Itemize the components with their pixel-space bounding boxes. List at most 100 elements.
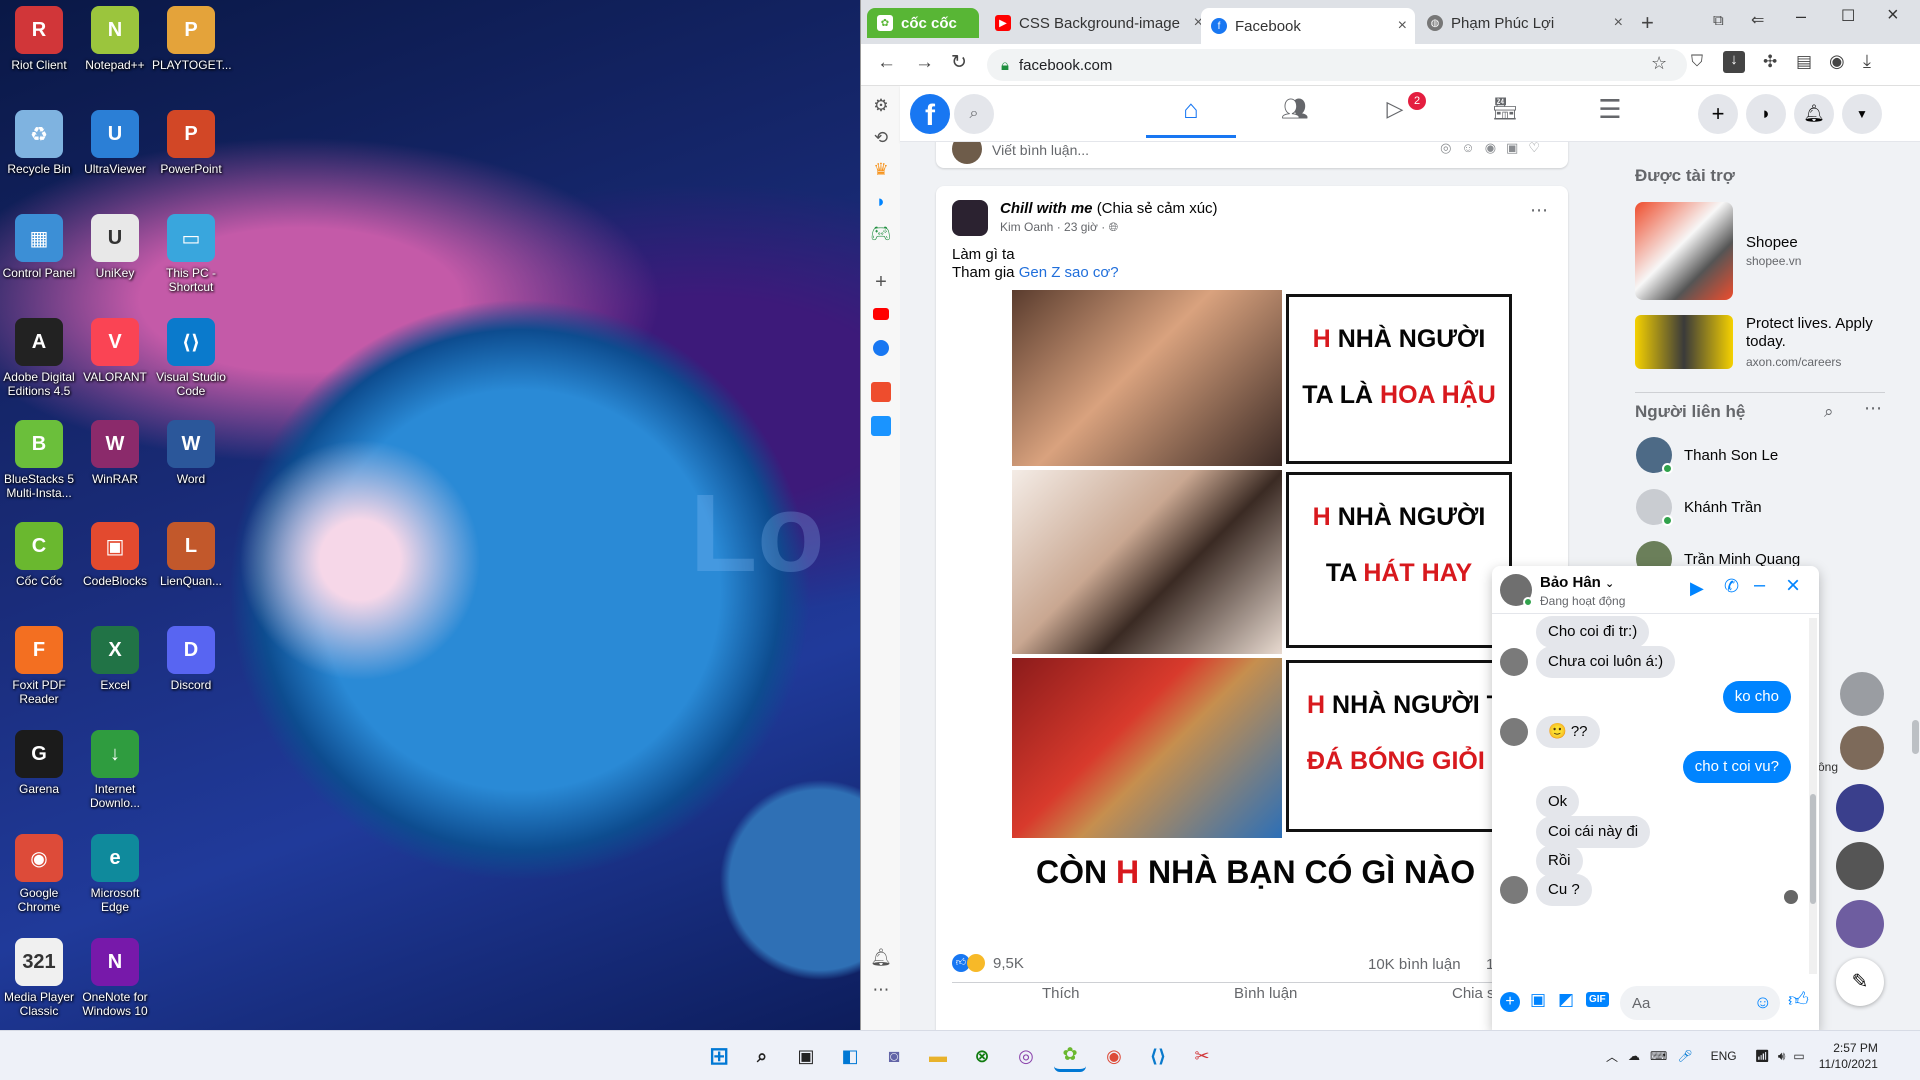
- back-icon[interactable]: ←: [877, 52, 896, 74]
- coccoc-taskbar-icon[interactable]: ✿: [1054, 1040, 1086, 1072]
- reaction-summary[interactable]: 👍︎ 9,5K: [952, 954, 1024, 972]
- comment-count[interactable]: 10K bình luận: [1368, 956, 1461, 973]
- contacts-search-icon[interactable]: ⌕: [1824, 402, 1834, 422]
- desktop-icon[interactable]: ♻ Recycle Bin: [0, 110, 78, 176]
- desktop-icon[interactable]: ◉ Google Chrome: [0, 834, 78, 914]
- facebook-panel-icon[interactable]: [869, 336, 893, 360]
- gamepad-icon[interactable]: 🎮︎: [869, 222, 893, 246]
- photo-icon[interactable]: ▣: [1530, 990, 1546, 1010]
- file-explorer-icon[interactable]: ▬: [922, 1040, 954, 1072]
- task-view-icon[interactable]: ▣: [790, 1040, 822, 1072]
- sticker-icon[interactable]: ◩: [1558, 990, 1574, 1010]
- vscode-taskbar-icon[interactable]: ⟨⟩: [1142, 1040, 1174, 1072]
- chat-head[interactable]: [1840, 726, 1884, 770]
- page-scrollbar[interactable]: [1910, 142, 1920, 1030]
- post-image[interactable]: H NHÀ NGƯỜI TA LÀ HOA HẬU H NHÀ NGƯỜI TA…: [936, 290, 1568, 838]
- nav-watch-icon[interactable]: ▷: [1350, 96, 1440, 122]
- video-call-icon[interactable]: ▶: [1690, 578, 1704, 599]
- bookmark-star-icon[interactable]: ☆: [1651, 53, 1667, 74]
- add-more-icon[interactable]: +: [1500, 992, 1520, 1012]
- desktop-icon[interactable]: e Microsoft Edge: [76, 834, 154, 914]
- chat-scrollbar-thumb[interactable]: [1810, 794, 1816, 904]
- tab-facebook[interactable]: f Facebook ×: [1201, 8, 1415, 44]
- add-panel-icon[interactable]: +: [869, 270, 893, 294]
- chat-contact-name[interactable]: Bảo Hân ⌄: [1540, 574, 1614, 591]
- desktop-icon[interactable]: A Adobe Digital Editions 4.5: [0, 318, 78, 398]
- phone-call-icon[interactable]: ✆: [1724, 576, 1739, 597]
- comment-input[interactable]: Viết bình luận...: [992, 142, 1089, 158]
- minimize-chat-icon[interactable]: –: [1754, 574, 1765, 597]
- messenger-icon[interactable]: ◗: [1746, 94, 1786, 134]
- snipping-tool-icon[interactable]: ✂: [1186, 1040, 1218, 1072]
- comment-button[interactable]: Bình luận: [1234, 985, 1297, 1002]
- desktop-icon[interactable]: L LienQuan...: [152, 522, 230, 588]
- show-hidden-icons-icon[interactable]: ︿: [1606, 1048, 1618, 1065]
- desktop-icon[interactable]: U UltraViewer: [76, 110, 154, 176]
- extensions-icon[interactable]: ✣: [1763, 52, 1777, 72]
- facebook-logo-icon[interactable]: f: [910, 94, 950, 134]
- new-message-button[interactable]: ✎: [1836, 958, 1884, 1006]
- desktop-icon[interactable]: R Riot Client: [0, 6, 78, 72]
- desktop-icon[interactable]: C Cốc Cốc: [0, 522, 78, 588]
- maximize-icon[interactable]: ☐: [1841, 6, 1855, 26]
- tab-search-icon[interactable]: ⧉: [1713, 12, 1724, 29]
- desktop-icon[interactable]: P PLAYTOGET...: [152, 6, 232, 72]
- emoji-icon[interactable]: ☺: [1754, 992, 1772, 1013]
- scrollbar-thumb[interactable]: [1912, 720, 1919, 754]
- post-options-icon[interactable]: ⋯: [1530, 200, 1548, 221]
- close-tab-icon[interactable]: ×: [1398, 17, 1407, 35]
- desktop-icon[interactable]: B BlueStacks 5 Multi-Insta...: [0, 420, 78, 500]
- forward-icon[interactable]: →: [915, 52, 934, 74]
- minimize-icon[interactable]: –: [1796, 6, 1806, 27]
- nav-home-icon[interactable]: ⌂: [1146, 94, 1236, 138]
- gif-icon[interactable]: GIF: [1586, 992, 1609, 1007]
- microphone-icon[interactable]: 🎤︎: [1677, 1049, 1692, 1063]
- reload-icon[interactable]: ↻: [951, 51, 967, 74]
- desktop-icon[interactable]: ▭ This PC - Shortcut: [152, 214, 230, 294]
- crown-icon[interactable]: ♛: [869, 158, 893, 182]
- profile-icon[interactable]: ◉: [1829, 51, 1845, 72]
- shopee-sale-icon[interactable]: [869, 380, 893, 404]
- app-icon[interactable]: ◎: [1010, 1040, 1042, 1072]
- contacts-options-icon[interactable]: ⋯: [1864, 398, 1882, 419]
- settings-icon[interactable]: ⚙: [869, 94, 893, 118]
- close-window-icon[interactable]: ×: [1887, 4, 1899, 27]
- desktop-icon[interactable]: F Foxit PDF Reader: [0, 626, 78, 706]
- wifi-icon[interactable]: 📶︎: [1755, 1049, 1770, 1063]
- thumbs-up-icon[interactable]: 👍︎: [1788, 988, 1809, 1012]
- nav-friends-icon[interactable]: 👥︎: [1250, 96, 1340, 122]
- desktop-icon[interactable]: N Notepad++: [76, 6, 154, 72]
- desktop-icon[interactable]: 321 Media Player Classic: [0, 938, 78, 1018]
- page-avatar[interactable]: [952, 200, 988, 236]
- tiki-sale-icon[interactable]: [869, 414, 893, 438]
- widgets-icon[interactable]: ◧: [834, 1040, 866, 1072]
- group-link[interactable]: Gen Z sao cơ?: [1019, 264, 1119, 281]
- desktop-icon[interactable]: V VALORANT: [76, 318, 154, 384]
- battery-icon[interactable]: ▭: [1793, 1049, 1804, 1063]
- ad-axon[interactable]: Protect lives. Apply today. axon.com/car…: [1635, 315, 1895, 373]
- xbox-icon[interactable]: ⊗: [966, 1040, 998, 1072]
- post-time[interactable]: 23 giờ: [1064, 220, 1098, 234]
- desktop-icon[interactable]: ▦ Control Panel: [0, 214, 78, 280]
- contact-item[interactable]: Thanh Son Le: [1636, 435, 1778, 475]
- page-name[interactable]: Chill with me: [1000, 200, 1093, 217]
- chat-scrollbar[interactable]: [1809, 618, 1817, 974]
- desktop-icon[interactable]: W Word: [152, 420, 230, 486]
- ad-shopee[interactable]: Shopee shopee.vn: [1635, 202, 1895, 300]
- desktop-icon[interactable]: W WinRAR: [76, 420, 154, 486]
- chrome-taskbar-icon[interactable]: ◉: [1098, 1040, 1130, 1072]
- message-input[interactable]: Aa ☺: [1620, 986, 1780, 1020]
- onedrive-icon[interactable]: ☁: [1628, 1049, 1640, 1063]
- desktop-icon[interactable]: N OneNote for Windows 10: [76, 938, 154, 1018]
- download-video-icon[interactable]: ↓: [1723, 51, 1745, 73]
- nav-menu-icon[interactable]: ☰: [1565, 94, 1655, 125]
- downloads-icon[interactable]: ⤓: [1863, 51, 1871, 72]
- contact-item[interactable]: Khánh Trần: [1636, 487, 1762, 527]
- tab-coccoc[interactable]: ✿ cốc cốc: [867, 8, 979, 38]
- messenger-icon[interactable]: ◗: [869, 190, 893, 214]
- close-tab-icon[interactable]: ×: [1614, 14, 1623, 32]
- tab-manager-icon[interactable]: ▤: [1796, 52, 1812, 72]
- search-icon[interactable]: ⌕: [954, 94, 994, 134]
- close-chat-icon[interactable]: ×: [1786, 572, 1800, 600]
- desktop-icon[interactable]: U UniKey: [76, 214, 154, 280]
